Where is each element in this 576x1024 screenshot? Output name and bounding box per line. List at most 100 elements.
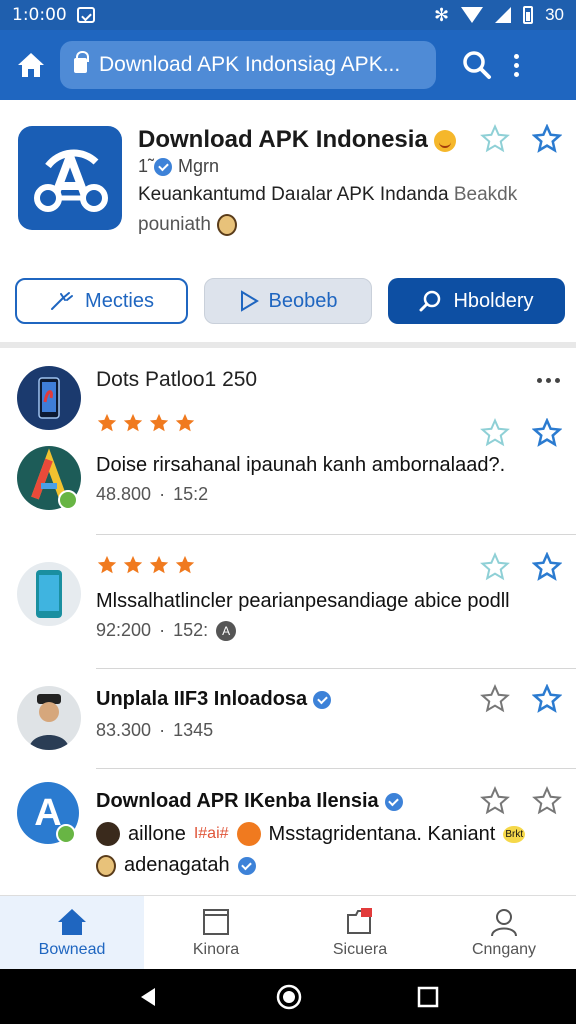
star-filled-icon: [175, 413, 195, 432]
status-bar: 1:0:00 ✻ 30: [0, 0, 576, 30]
url-bar[interactable]: Download APK Indonsiag APK...: [60, 41, 436, 89]
app-description-second: pouniath: [138, 214, 237, 236]
home-circle-icon[interactable]: [276, 984, 302, 1010]
star-outline-icon[interactable]: [480, 786, 510, 816]
item4-user[interactable]: aillone: [128, 823, 186, 846]
mecties-button[interactable]: Mecties: [15, 278, 188, 324]
phone-app-avatar[interactable]: [17, 366, 81, 430]
row-divider: [96, 668, 576, 669]
app-description: Keuankantumd Daıalar APK Indanda Beakdk: [138, 184, 517, 206]
home-button[interactable]: [14, 48, 48, 82]
nav-label-kinora: Kinora: [192, 940, 240, 958]
star-outline-icon[interactable]: [532, 418, 562, 448]
search-icon: [463, 51, 491, 79]
star-filled-icon: [149, 555, 169, 574]
feed-item-body: Doise rirsahanal ipaunah kanh ambornalaa…: [96, 454, 506, 476]
status-icons: ✻ 30: [434, 5, 564, 26]
hboldery-button[interactable]: Hboldery: [388, 278, 565, 324]
back-icon[interactable]: [137, 985, 161, 1009]
feed-item-body: Mlssalhatlincler pearianpesandiage abice…: [96, 590, 510, 612]
item4-title-text: Download APR IKenba Ilensia: [96, 790, 379, 812]
meta-count: 48.800: [96, 484, 152, 504]
feed-item-meta: 48.800 · 15:2: [96, 484, 209, 504]
desc-second: pouniath: [138, 214, 211, 235]
star-outline-icon[interactable]: [532, 786, 562, 816]
angry-emoji-icon: [236, 822, 261, 846]
nav-tab-company[interactable]: Cnngany: [432, 896, 576, 969]
beobeb-button[interactable]: Beobeb: [204, 278, 372, 324]
meta-time: 152:: [173, 620, 209, 640]
row-divider: [96, 768, 576, 769]
star-outline-icon[interactable]: [532, 552, 562, 582]
star-outline-icon[interactable]: [532, 684, 562, 714]
person-icon: [491, 908, 517, 936]
phone-avatar[interactable]: [17, 562, 81, 626]
verified-icon: [384, 792, 403, 811]
app-badge-icon: [58, 490, 78, 510]
nav-tab-sicuera[interactable]: Sicuera: [288, 896, 432, 969]
bottom-navigation: Bownead Kinora Sicuera Cnngany: [0, 895, 576, 969]
verified-icon: [237, 856, 256, 875]
app-icon: [18, 126, 122, 230]
rating-stars: [96, 412, 196, 434]
wand-icon: [51, 292, 74, 310]
item4-tag: I#ai#: [193, 825, 229, 842]
settings-cog-icon: ✻: [433, 4, 450, 25]
verified-icon: [313, 690, 332, 709]
hboldery-label: Hboldery: [453, 289, 534, 312]
wifi-icon: [461, 7, 484, 23]
battery-icon: [523, 6, 534, 24]
nav-label-company: Cnngany: [471, 940, 537, 958]
app-title: Download APK Indonesia: [138, 126, 456, 154]
row-star-buttons: [480, 552, 562, 582]
recents-icon[interactable]: [417, 986, 439, 1008]
mecties-label: Mecties: [85, 289, 154, 312]
status-time: 1:0:00: [12, 5, 67, 25]
feed-item-meta: 92:200 · 152: A: [96, 620, 237, 641]
developer-prefix: 1̃: [138, 156, 149, 176]
mini-avatar: [216, 214, 237, 236]
search-button[interactable]: [460, 48, 494, 82]
home-icon: [18, 53, 44, 77]
item4-body: Msstagridentana. Kaniant: [268, 822, 496, 845]
star-filled-icon: [123, 413, 143, 432]
item3-title-text: Unplala IIF3 Inloadosa: [96, 688, 308, 710]
desc-muted: Beakdk: [453, 184, 518, 205]
feed-item-meta: 83.300 · 1345: [96, 720, 214, 740]
nav-tab-kinora[interactable]: Kinora: [144, 896, 288, 969]
row-star-buttons: [480, 786, 562, 816]
star-outline-icon[interactable]: [480, 124, 510, 154]
verified-icon: [154, 157, 173, 176]
star-outline-icon[interactable]: [480, 684, 510, 714]
rating-stars: [96, 554, 196, 576]
folder-flag-icon: [347, 907, 372, 934]
feed-item-author: adenagatah: [96, 854, 256, 877]
overflow-menu-button[interactable]: [514, 53, 519, 77]
section-divider: [0, 342, 576, 348]
star-outline-icon[interactable]: [480, 552, 510, 582]
lock-icon: [74, 50, 89, 73]
action-buttons: Mecties Beobeb Hboldery: [15, 278, 565, 324]
app-title-text: Download APK Indonesia: [138, 126, 428, 153]
star-outline-icon[interactable]: [480, 418, 510, 448]
developer-name[interactable]: Mgrn: [178, 156, 219, 177]
author-avatar-small: [96, 854, 116, 877]
star-outline-icon[interactable]: [532, 124, 562, 154]
star-filled-icon: [149, 413, 169, 432]
url-text: Download APK Indonsiag APK...: [99, 53, 401, 76]
feed-item-body: aillone I#ai# Msstagridentana. Kaniant B…: [96, 822, 526, 846]
person-avatar[interactable]: [17, 686, 81, 750]
nav-tab-download[interactable]: Bownead: [0, 896, 144, 969]
feed-more-button[interactable]: [537, 378, 560, 383]
meta-time: 15:2: [173, 484, 209, 504]
star-filled-icon: [123, 555, 143, 574]
hero-star-buttons: [480, 124, 562, 154]
battery-level: 30: [545, 5, 564, 24]
user-avatar-small: [96, 822, 120, 846]
feed-header-title: Dots Patloo1 250: [96, 368, 258, 391]
beobeb-label: Beobeb: [268, 289, 338, 312]
item4-author[interactable]: adenagatah: [124, 854, 230, 877]
play-icon: [240, 290, 259, 312]
nav-label-download: Bownead: [38, 940, 106, 958]
feed-item-title: Unplala IIF3 Inloadosa: [96, 688, 332, 711]
